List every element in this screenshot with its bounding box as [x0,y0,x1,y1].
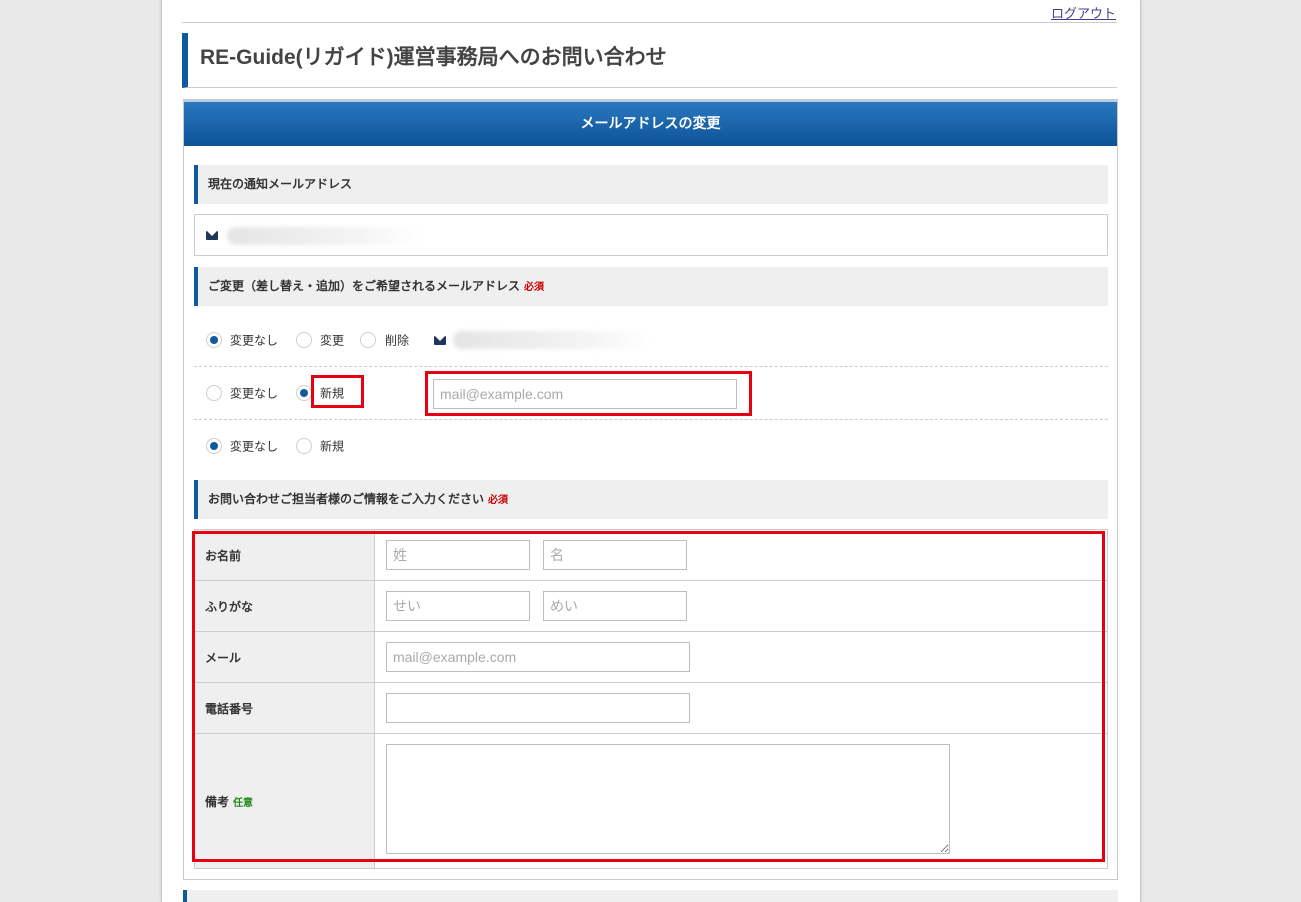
envelope-icon [206,231,218,240]
page-title: RE-Guide(リガイド)運営事務局へのお問い合わせ [200,46,667,69]
logout-link[interactable]: ログアウト [1051,3,1116,22]
email-row-1: 変更なし 変更 削除 [194,314,1108,367]
radio-no-change-3[interactable] [206,438,222,454]
new-email-input[interactable] [433,379,737,409]
change-email-heading-text: ご変更（差し替え・追加）をご希望されるメールアドレス [208,279,521,293]
radio-label-new-2[interactable]: 新規 [320,385,344,402]
highlight-box-contact-form [192,531,1105,862]
current-email-box [194,214,1108,256]
page-title-block: RE-Guide(リガイド)運営事務局へのお問い合わせ [182,33,1117,88]
required-badge: 必須 [524,282,545,293]
change-email-heading: ご変更（差し替え・追加）をご希望されるメールアドレス 必須 [194,267,1108,306]
radio-label-no-change-2[interactable]: 変更なし [230,385,278,402]
radio-label-no-change-3[interactable]: 変更なし [230,438,278,455]
current-email-heading-text: 現在の通知メールアドレス [208,177,353,191]
page-container: ログアウト RE-Guide(リガイド)運営事務局へのお問い合わせ メールアドレ… [161,0,1141,902]
contact-heading: お問い合わせご担当者様のご情報をご入力ください 必須 [194,480,1108,519]
radio-no-change-1[interactable] [206,332,222,348]
radio-new-2[interactable] [296,385,312,401]
radio-label-delete-1[interactable]: 削除 [385,332,409,349]
panel-header: メールアドレスの変更 [184,100,1117,146]
envelope-icon [434,336,446,345]
radio-new-3[interactable] [296,438,312,454]
radio-label-new-3[interactable]: 新規 [320,438,344,455]
redacted-email [453,331,653,349]
radio-label-change-1[interactable]: 変更 [320,332,344,349]
radio-no-change-2[interactable] [206,385,222,401]
email-change-panel: メールアドレスの変更 現在の通知メールアドレス ご変更（差し替え・追加）をご希望… [183,99,1118,880]
radio-label-no-change-1[interactable]: 変更なし [230,332,278,349]
radio-change-1[interactable] [296,332,312,348]
contact-heading-text: お問い合わせご担当者様のご情報をご入力ください [208,492,485,506]
top-divider [182,22,1117,23]
current-email-heading: 現在の通知メールアドレス [194,165,1108,204]
redacted-email [227,227,422,245]
radio-delete-1[interactable] [360,332,376,348]
email-row-3: 変更なし 新規 [194,420,1108,472]
email-row-2: 変更なし 新規 [194,367,1108,420]
required-badge: 必須 [488,495,509,506]
next-section-heading [183,890,1118,902]
